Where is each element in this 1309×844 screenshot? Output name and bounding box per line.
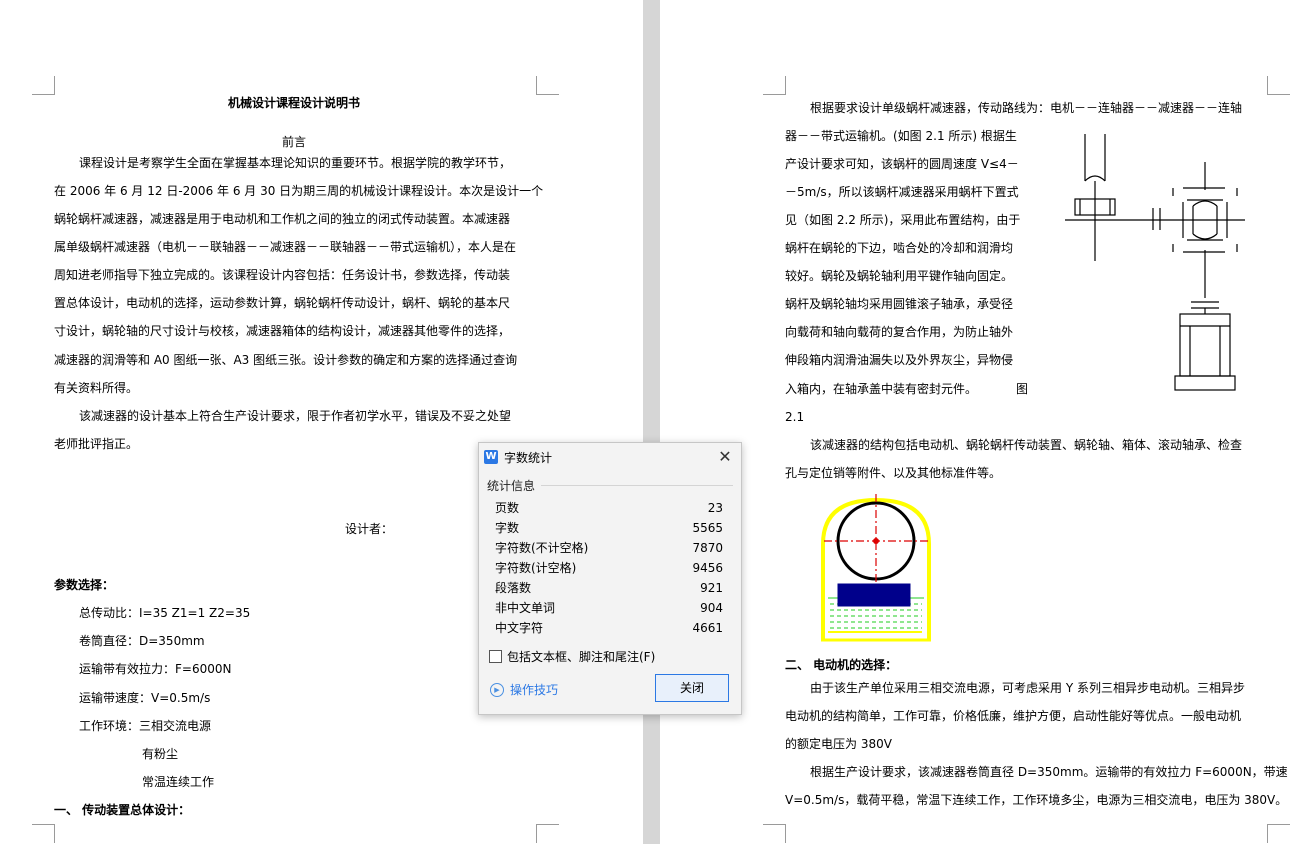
document-title: 机械设计课程设计说明书 <box>227 96 360 110</box>
dialog-title: 字数统计 <box>504 451 553 465</box>
designer-label: 设计者： <box>345 522 394 536</box>
preface-line: 周知进老师指导下独立完成的。该课程设计内容包括：任务设计书，参数选择，传动装 <box>54 268 511 282</box>
page-corner-mark <box>32 76 55 95</box>
preface-line: 在 2006 年 6 月 12 日-2006 年 6 月 30 日为期三周的机械… <box>54 184 544 198</box>
intro-line: 向载荷和轴向载荷的复合作用，为防止轴外 <box>785 325 1014 339</box>
preface-line: 该减速器的设计基本上符合生产设计要求，限于作者初学水平，错误及不妥之处望 <box>79 409 512 423</box>
requirement-line: 根据生产设计要求，该减速器卷筒直径 D=350mm。运输带的有效拉力 F=600… <box>810 765 1288 779</box>
structure-line: 孔与定位销等附件、以及其他标准件等。 <box>785 466 1002 480</box>
param-item: 总传动比：I=35 Z1=1 Z2=35 <box>79 606 251 620</box>
intro-line: 器－－带式运输机。(如图 2.1 所示) 根据生 <box>785 129 1017 143</box>
motor-line: 的额定电压为 380V <box>785 737 892 751</box>
page-corner-mark <box>536 824 559 843</box>
preface-line: 寸设计，蜗轮轴的尺寸设计与校核，减速器箱体的结构设计，减速器其他零件的选择， <box>54 324 511 338</box>
motor-line: 由于该生产单位采用三相交流电源，可考虑采用 Y 系列三相异步电动机。三相异步 <box>810 681 1245 695</box>
intro-line: 较好。蜗轮及蜗轮轴利用平键作轴向固定。 <box>785 269 1014 283</box>
stat-value: 921 <box>700 581 723 595</box>
stat-value: 9456 <box>692 561 723 575</box>
intro-line: 入箱内，在轴承盖中装有密封元件。 <box>785 382 978 396</box>
preface-heading: 前言 <box>281 135 306 149</box>
stat-label: 非中文单词 <box>495 601 556 615</box>
structure-line: 该减速器的结构包括电动机、蜗轮蜗杆传动装置、蜗轮轴、箱体、滚动轴承、检查 <box>810 438 1243 452</box>
stat-label: 中文字符 <box>495 621 544 635</box>
stat-row-chars-with-spaces: 字符数(计空格) 9456 <box>495 558 723 578</box>
stat-row-chars-no-spaces: 字符数(不计空格) 7870 <box>495 538 723 558</box>
statistics-section-label: 统计信息 <box>487 479 536 493</box>
param-item: 卷筒直径：D=350mm <box>79 634 205 648</box>
preface-line: 属单级蜗杆减速器（电机－－联轴器－－减速器－－联轴器－－带式运输机），本人是在 <box>54 240 517 254</box>
page-gap <box>643 0 660 844</box>
section-heading: 一、 传动装置总体设计： <box>54 803 191 817</box>
worm-gear-diagram <box>821 494 931 642</box>
stat-label: 字符数(计空格) <box>495 561 577 575</box>
stat-label: 字数 <box>495 521 520 535</box>
intro-line: 见（如图 2.2 所示)，采用此布置结构，由于 <box>785 213 1021 227</box>
page-corner-mark <box>763 824 786 843</box>
word-count-dialog: W 字数统计 ✕ 统计信息 页数 23 字数 5565 字符数(不计空格) 78… <box>478 442 742 715</box>
section-divider <box>541 485 733 486</box>
param-item: 运输带有效拉力：F=6000N <box>79 662 232 676</box>
figure-caption: 2.1 <box>785 410 805 424</box>
intro-line: 产设计要求可知，该蜗杆的圆周速度 V≤4－ <box>785 157 1019 171</box>
preface-line: 课程设计是考察学生全面在掌握基本理论知识的重要环节。根据学院的教学环节， <box>79 156 512 170</box>
page-corner-mark <box>1267 824 1290 843</box>
wps-writer-icon: W <box>484 450 498 464</box>
preface-line: 老师批评指正。 <box>54 437 139 451</box>
include-textboxes-label[interactable]: 包括文本框、脚注和尾注(F) <box>507 648 655 665</box>
stat-label: 字符数(不计空格) <box>495 541 589 555</box>
stat-row-non-chinese-words: 非中文单词 904 <box>495 598 723 618</box>
dialog-titlebar[interactable]: W 字数统计 ✕ <box>479 443 741 471</box>
preface-line: 减速器的润滑等和 A0 图纸一张、A3 图纸三张。设计参数的确定和方案的选择通过… <box>54 353 518 367</box>
intro-line: －5m/s，所以该蜗杆减速器采用蜗杆下置式 <box>785 185 1019 199</box>
stat-row-pages: 页数 23 <box>495 498 723 518</box>
drive-layout-diagram <box>1065 134 1245 391</box>
stat-value: 23 <box>707 501 723 515</box>
stat-value: 904 <box>700 601 723 615</box>
param-item: 运输带速度：V=0.5m/s <box>79 691 211 705</box>
close-button[interactable]: 关闭 <box>655 674 729 702</box>
preface-line: 置总体设计，电动机的选择，运动参数计算，蜗轮蜗杆传动设计，蜗杆、蜗轮的基本尺 <box>54 296 511 310</box>
figure-caption: 图 <box>1016 382 1029 396</box>
param-item: 工作环境：三相交流电源 <box>79 719 212 733</box>
param-item: 有粉尘 <box>142 747 179 761</box>
requirement-line: V=0.5m/s，载荷平稳，常温下连续工作，工作环境多尘，电源为三相交流电，电压… <box>785 793 1288 807</box>
page-corner-mark <box>1267 76 1290 95</box>
stat-label: 页数 <box>495 501 520 515</box>
page-corner-mark <box>763 76 786 95</box>
stat-row-chinese-chars: 中文字符 4661 <box>495 618 723 638</box>
stat-value: 4661 <box>692 621 723 635</box>
include-textboxes-checkbox[interactable] <box>489 650 502 663</box>
page-corner-mark <box>32 824 55 843</box>
document-page-right: 根据要求设计单级蜗杆减速器，传动路线为：电机－－连轴器－－减速器－－连轴 器－－… <box>660 0 1309 844</box>
preface-line: 蜗轮蜗杆减速器，减速器是用于电动机和工作机之间的独立的闭式传动装置。本减速器 <box>54 212 511 226</box>
preface-line: 有关资料所得。 <box>54 381 139 395</box>
close-icon[interactable]: ✕ <box>715 447 735 467</box>
document-page-left: 机械设计课程设计说明书 前言 课程设计是考察学生全面在掌握基本理论知识的重要环节… <box>0 0 643 844</box>
page-corner-mark <box>536 76 559 95</box>
intro-line: 伸段箱内润滑油漏失以及外界灰尘，异物侵 <box>785 353 1014 367</box>
stat-value: 5565 <box>692 521 723 535</box>
stat-row-paragraphs: 段落数 921 <box>495 578 723 598</box>
tips-link[interactable]: 操作技巧 <box>510 681 558 698</box>
stat-value: 7870 <box>692 541 723 555</box>
intro-line: 蜗杆在蜗轮的下边，啮合处的冷却和润滑均 <box>785 241 1014 255</box>
section-heading: 二、 电动机的选择： <box>785 658 898 672</box>
params-heading: 参数选择： <box>54 578 115 592</box>
intro-line: 根据要求设计单级蜗杆减速器，传动路线为：电机－－连轴器－－减速器－－连轴 <box>810 101 1243 115</box>
param-item: 常温连续工作 <box>142 775 215 789</box>
play-icon[interactable]: ▶ <box>490 683 504 697</box>
stat-label: 段落数 <box>495 581 532 595</box>
stat-row-words: 字数 5565 <box>495 518 723 538</box>
intro-line: 蜗杆及蜗轮轴均采用圆锥滚子轴承，承受径 <box>785 297 1014 311</box>
motor-line: 电动机的结构简单，工作可靠，价格低廉，维护方便，启动性能好等优点。一般电动机 <box>785 709 1242 723</box>
